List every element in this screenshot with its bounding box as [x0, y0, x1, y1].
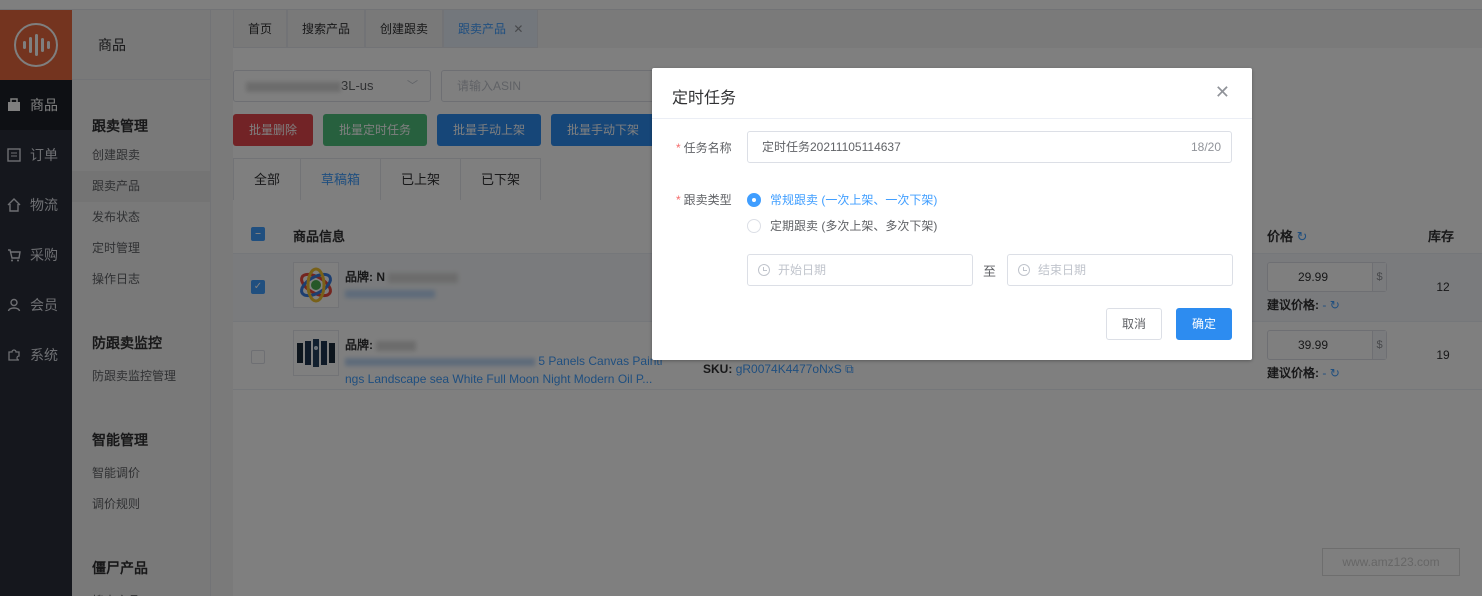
schedule-task-dialog: 定时任务 ✕ * 任务名称 定时任务20211105114637 18/20 * 跟… [652, 68, 1252, 360]
confirm-button[interactable]: 确定 [1176, 308, 1232, 340]
task-name-input[interactable]: 定时任务20211105114637 18/20 [747, 131, 1232, 163]
char-count: 18/20 [1190, 140, 1221, 154]
dialog-divider [652, 118, 1252, 119]
radio-periodic-follow[interactable]: 定期跟卖 (多次上架、多次下架) [747, 217, 937, 234]
date-range-separator: 至 [983, 264, 997, 279]
clock-icon [758, 264, 770, 276]
radio-regular-follow[interactable]: 常规跟卖 (一次上架、一次下架) [747, 191, 937, 208]
cancel-button[interactable]: 取消 [1106, 308, 1162, 340]
start-date-input[interactable]: 开始日期 [747, 254, 973, 286]
task-name-label: * 任务名称 [676, 141, 732, 155]
radio-dot [747, 192, 761, 207]
dialog-title: 定时任务 [672, 90, 737, 107]
radio-dot [747, 218, 761, 233]
close-icon[interactable]: ✕ [1215, 82, 1230, 103]
end-date-input[interactable]: 结束日期 [1007, 254, 1233, 286]
follow-type-label: * 跟卖类型 [676, 193, 732, 207]
clock-icon [1018, 264, 1030, 276]
